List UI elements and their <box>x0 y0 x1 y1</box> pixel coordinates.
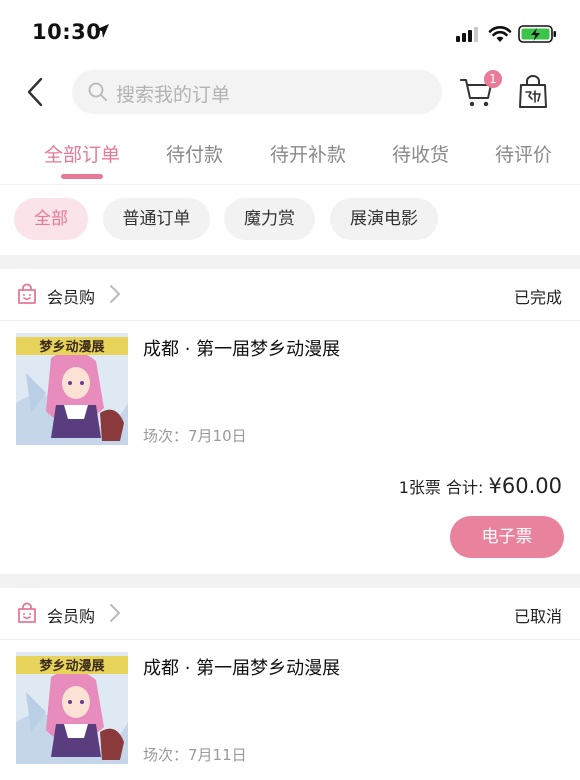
shop-bag-icon <box>18 283 36 304</box>
ticket-count: 1张票 合计: <box>398 478 484 497</box>
wifi-icon <box>488 26 512 42</box>
order-status: 已取消 <box>513 607 562 626</box>
order-tabs: 全部订单 待付款 待开补款 待收货 待评价 <box>0 130 580 184</box>
event-poster-image[interactable]: 梦乡动漫展 <box>16 333 128 445</box>
poster-artwork: 梦乡动漫展 <box>16 652 128 764</box>
order-status: 已完成 <box>513 288 562 307</box>
search-placeholder: 搜索我的订单 <box>116 84 231 106</box>
event-title[interactable]: 成都 · 第一届梦乡动漫展 <box>143 654 340 680</box>
shop-name[interactable]: 会员购 <box>47 603 95 627</box>
filter-all[interactable]: 全部 <box>14 198 88 240</box>
location-arrow-icon <box>95 24 109 38</box>
chevron-right-icon <box>110 285 120 303</box>
search-input[interactable]: 搜索我的订单 <box>72 70 442 114</box>
poster-artwork: 梦乡动漫展 <box>16 333 128 445</box>
order-header: 会员购 已完成 <box>0 269 580 321</box>
tab-pending-balance[interactable]: 待开补款 <box>270 140 346 167</box>
order-price: ¥60.00 <box>488 474 562 498</box>
tab-pending-review[interactable]: 待评价 <box>495 140 552 167</box>
search-icon <box>88 82 107 101</box>
order-total: 1张票 合计: ¥60.00 <box>399 474 562 498</box>
cellular-signal-icon <box>456 27 478 42</box>
top-area: 10:30 搜索我的订单 1 全部订单 待付款 待开补款 待收货 待评价 <box>0 0 580 184</box>
tab-pending-receipt[interactable]: 待收货 <box>392 140 449 167</box>
poster-title: 梦乡动漫展 <box>39 339 105 355</box>
shopping-bag-icon[interactable] <box>516 74 550 110</box>
e-ticket-button[interactable]: 电子票 <box>450 516 564 558</box>
event-title[interactable]: 成都 · 第一届梦乡动漫展 <box>143 335 340 361</box>
filter-shows-movies[interactable]: 展演电影 <box>330 198 438 240</box>
chevron-right-icon <box>110 604 120 622</box>
filter-chips: 全部 普通订单 魔力赏 展演电影 <box>0 185 580 255</box>
nav-bar: 搜索我的订单 1 <box>0 64 580 120</box>
shop-name[interactable]: 会员购 <box>47 284 95 308</box>
order-header: 会员购 已取消 <box>0 588 580 640</box>
back-icon[interactable] <box>22 76 50 108</box>
order-card[interactable]: 会员购 已完成 梦乡动漫展 成都 · 第一届梦乡动漫展 场次：7月10日 1张票… <box>0 269 580 574</box>
event-poster-image[interactable]: 梦乡动漫展 <box>16 652 128 764</box>
session-date: 场次：7月11日 <box>143 746 247 764</box>
order-card[interactable]: 会员购 已取消 梦乡动漫展 成都 · 第一届梦乡动漫展 场次：7月11日 <box>0 588 580 780</box>
status-time: 10:30 <box>32 20 102 44</box>
filter-magic-reward[interactable]: 魔力赏 <box>224 198 315 240</box>
tab-all-orders[interactable]: 全部订单 <box>44 140 120 167</box>
status-bar: 10:30 <box>0 0 580 64</box>
active-tab-indicator <box>61 174 103 179</box>
filter-normal-orders[interactable]: 普通订单 <box>103 198 210 240</box>
tab-pending-payment[interactable]: 待付款 <box>166 140 223 167</box>
poster-title: 梦乡动漫展 <box>39 658 105 674</box>
cart-badge: 1 <box>484 70 502 88</box>
battery-charging-icon <box>518 25 556 43</box>
shop-bag-icon <box>18 602 36 623</box>
session-date: 场次：7月10日 <box>143 427 247 445</box>
